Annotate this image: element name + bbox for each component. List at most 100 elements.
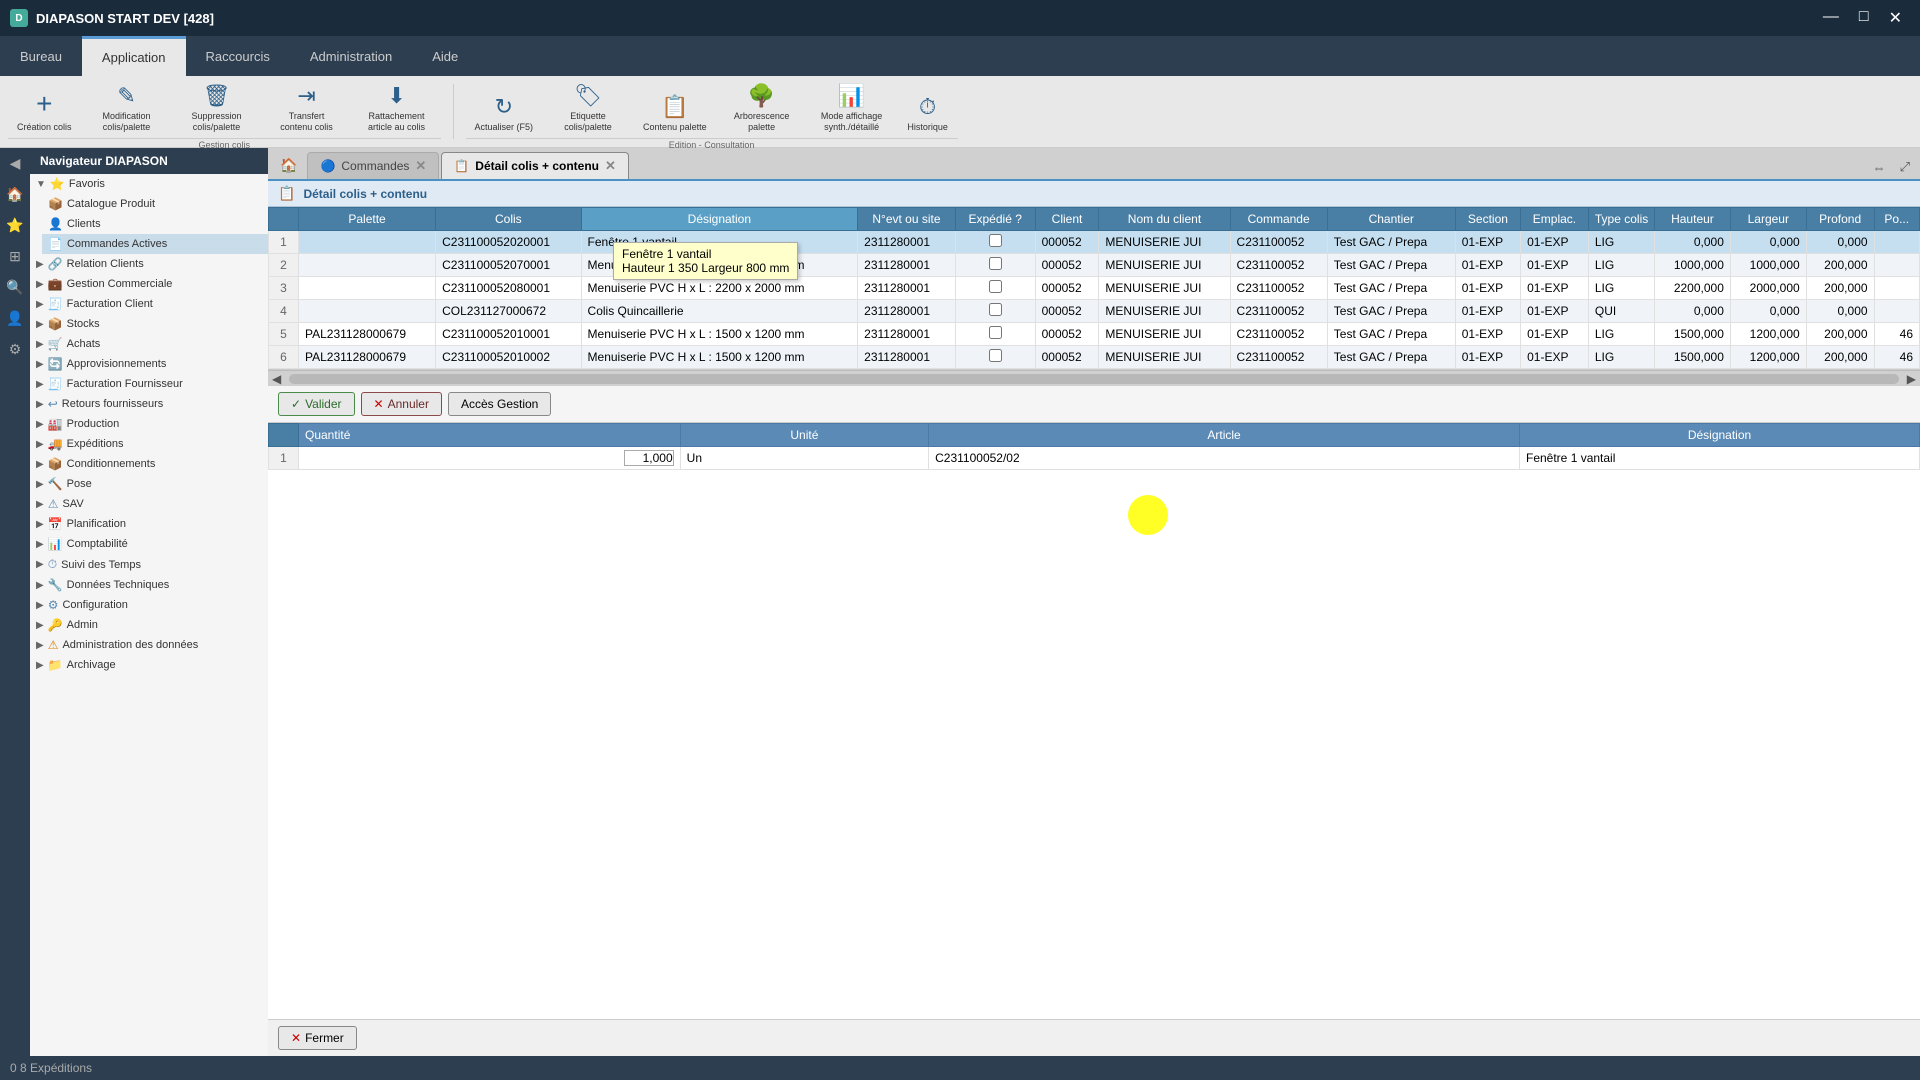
sidebar-item-donnees-techniques[interactable]: ▶ 🔧 Données Techniques — [30, 575, 268, 595]
modification-colis-button[interactable]: ✎ Modification colis/palette — [83, 80, 171, 138]
table-row[interactable]: 1 C231100052020001 Fenêtre 1 vantail 231… — [269, 231, 1920, 254]
col-hauteur[interactable]: Hauteur — [1655, 208, 1731, 231]
col-colis[interactable]: Colis — [436, 208, 581, 231]
sidebar-item-favoris[interactable]: ▼ ⭐ Favoris — [30, 174, 268, 194]
sidebar-item-conditionnements[interactable]: ▶ 📦 Conditionnements — [30, 454, 268, 474]
cell-expedie[interactable] — [955, 300, 1035, 323]
settings-sidebar-icon[interactable]: ⚙ — [6, 338, 25, 361]
home-tab-button[interactable]: 🏠 — [272, 152, 305, 179]
sub-table-row[interactable]: 1 Un C231100052/02 Fenêtre 1 vantail — [269, 447, 1920, 470]
sidebar-item-approvisionnements[interactable]: ▶ 🔄 Approvisionnements — [30, 354, 268, 374]
arborescence-button[interactable]: 🌳 Arborescence palette — [718, 80, 806, 138]
contenu-palette-button[interactable]: 📋 Contenu palette — [634, 80, 716, 138]
valider-button[interactable]: ✓ Valider — [278, 392, 355, 416]
close-button[interactable]: ✕ — [1881, 6, 1910, 30]
minimize-button[interactable]: — — [1815, 6, 1847, 30]
acces-gestion-button[interactable]: Accès Gestion — [448, 392, 551, 416]
sidebar-item-retours[interactable]: ▶ ↩ Retours fournisseurs — [30, 394, 268, 414]
mode-affichage-button[interactable]: 📊 Mode affichage synth./détaillé — [808, 80, 896, 138]
sidebar-item-comptabilite[interactable]: ▶ 📊 Comptabilité — [30, 534, 268, 554]
sidebar-item-gestion-commerciale[interactable]: ▶ 💼 Gestion Commerciale — [30, 274, 268, 294]
col-palette[interactable]: Palette — [299, 208, 436, 231]
col-profond[interactable]: Profond — [1806, 208, 1874, 231]
cell-expedie[interactable] — [955, 254, 1035, 277]
sidebar-item-admin-donnees[interactable]: ▶ ⚠ Administration des données — [30, 635, 268, 655]
rattachement-button[interactable]: ⬇ Rattachement article au colis — [353, 80, 441, 138]
main-table-hscroll[interactable]: ◀ ▶ — [268, 370, 1920, 386]
sidebar-item-expeditions[interactable]: ▶ 🚚 Expéditions — [30, 434, 268, 454]
table-row[interactable]: 3 C231100052080001 Menuiserie PVC H x L … — [269, 277, 1920, 300]
sidebar-item-clients[interactable]: 👤 Clients — [42, 214, 268, 234]
suppression-colis-button[interactable]: 🗑 Suppression colis/palette — [173, 80, 261, 138]
cell-expedie[interactable] — [955, 277, 1035, 300]
sub-cell-quantite[interactable] — [299, 447, 681, 470]
tab-commandes-close[interactable]: ✕ — [415, 158, 426, 174]
tab-commandes[interactable]: 🔵 Commandes ✕ — [307, 152, 439, 179]
expedie-checkbox[interactable] — [989, 349, 1002, 362]
creation-colis-button[interactable]: + Création colis — [8, 80, 81, 138]
col-nom-client[interactable]: Nom du client — [1099, 208, 1230, 231]
expedie-checkbox[interactable] — [989, 303, 1002, 316]
tab-detail-close[interactable]: ✕ — [605, 158, 616, 174]
menu-item-aide[interactable]: Aide — [412, 36, 478, 76]
home-sidebar-icon[interactable]: 🏠 — [3, 183, 26, 206]
star-sidebar-icon[interactable]: ⭐ — [3, 214, 26, 237]
transfert-colis-button[interactable]: ⇥ Transfert contenu colis — [263, 80, 351, 138]
col-expedie[interactable]: Expédié ? — [955, 208, 1035, 231]
annuler-button[interactable]: ✕ Annuler — [361, 392, 442, 416]
sidebar-item-archivage[interactable]: ▶ 📁 Archivage — [30, 655, 268, 675]
sidebar-item-admin[interactable]: ▶ 🔑 Admin — [30, 615, 268, 635]
sidebar-item-facturation-client[interactable]: ▶ 🧾 Facturation Client — [30, 294, 268, 314]
table-row[interactable]: 2 C231100052070001 Menuiserie PVC H x L … — [269, 254, 1920, 277]
grid-sidebar-icon[interactable]: ⊞ — [6, 245, 24, 268]
maximize-button[interactable]: □ — [1851, 6, 1877, 30]
scroll-track[interactable] — [289, 374, 1899, 384]
col-largeur[interactable]: Largeur — [1730, 208, 1806, 231]
col-poids[interactable]: Po... — [1874, 208, 1919, 231]
quantite-input[interactable] — [624, 450, 674, 466]
sub-col-article[interactable]: Article — [929, 424, 1520, 447]
sidebar-item-sav[interactable]: ▶ ⚠ SAV — [30, 494, 268, 514]
sub-col-designation[interactable]: Désignation — [1520, 424, 1920, 447]
tab-detail-colis[interactable]: 📋 Détail colis + contenu ✕ — [441, 152, 629, 179]
sidebar-item-achats[interactable]: ▶ 🛒 Achats — [30, 334, 268, 354]
fermer-button[interactable]: ✕ Fermer — [278, 1026, 357, 1050]
sidebar-item-production[interactable]: ▶ 🏭 Production — [30, 414, 268, 434]
menu-item-application[interactable]: Application — [82, 36, 186, 76]
sidebar-item-planification[interactable]: ▶ 📅 Planification — [30, 514, 268, 534]
col-commande[interactable]: Commande — [1230, 208, 1327, 231]
cell-expedie[interactable] — [955, 231, 1035, 254]
cell-expedie[interactable] — [955, 323, 1035, 346]
sub-col-unite[interactable]: Unité — [680, 424, 928, 447]
col-client[interactable]: Client — [1035, 208, 1099, 231]
menu-item-administration[interactable]: Administration — [290, 36, 412, 76]
table-row[interactable]: 5 PAL231128000679 C231100052010001 Menui… — [269, 323, 1920, 346]
sidebar-item-suivi-temps[interactable]: ▶ ⏱ Suivi des Temps — [30, 554, 268, 575]
sidebar-item-commandes-actives[interactable]: 📄 Commandes Actives — [42, 234, 268, 254]
expedie-checkbox[interactable] — [989, 326, 1002, 339]
col-section[interactable]: Section — [1455, 208, 1520, 231]
table-row[interactable]: 6 PAL231128000679 C231100052010002 Menui… — [269, 346, 1920, 369]
menu-item-raccourcis[interactable]: Raccourcis — [186, 36, 290, 76]
sidebar-item-configuration[interactable]: ▶ ⚙ Configuration — [30, 595, 268, 615]
expedie-checkbox[interactable] — [989, 234, 1002, 247]
user-sidebar-icon[interactable]: 👤 — [3, 307, 26, 330]
sub-col-quantite[interactable]: Quantité — [299, 424, 681, 447]
col-emplac[interactable]: Emplac. — [1521, 208, 1589, 231]
cell-expedie[interactable] — [955, 346, 1035, 369]
maximize-content-button[interactable]: ⤢ — [1894, 155, 1916, 179]
sidebar-item-stocks[interactable]: ▶ 📦 Stocks — [30, 314, 268, 334]
col-designation[interactable]: Désignation — [581, 208, 858, 231]
historique-button[interactable]: ⏱ Historique — [898, 80, 958, 138]
expedie-checkbox[interactable] — [989, 280, 1002, 293]
col-type[interactable]: Type colis — [1588, 208, 1654, 231]
col-nevt[interactable]: N°evt ou site — [858, 208, 956, 231]
col-chantier[interactable]: Chantier — [1327, 208, 1455, 231]
expand-tabs-button[interactable]: ⇔ — [1867, 156, 1892, 179]
search-sidebar-icon[interactable]: 🔍 — [3, 276, 26, 299]
etiquette-button[interactable]: 🏷 Etiquette colis/palette — [544, 80, 632, 138]
scroll-right-button[interactable]: ▶ — [1903, 372, 1920, 386]
sidebar-item-relation-clients[interactable]: ▶ 🔗 Relation Clients — [30, 254, 268, 274]
sidebar-item-catalogue-produit[interactable]: 📦 Catalogue Produit — [42, 194, 268, 214]
sidebar-item-pose[interactable]: ▶ 🔨 Pose — [30, 474, 268, 494]
